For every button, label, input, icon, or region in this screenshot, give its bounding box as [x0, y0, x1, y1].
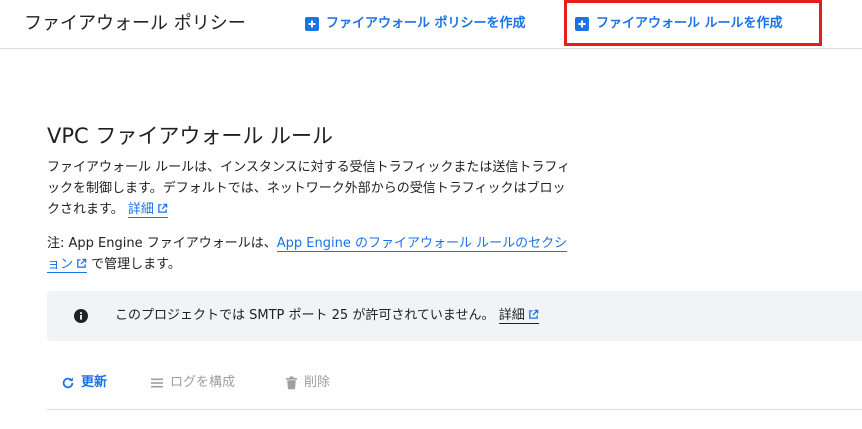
- toolbar: 更新 ログを構成 削除: [47, 370, 862, 410]
- details-link[interactable]: 詳細: [127, 202, 168, 218]
- refresh-button[interactable]: 更新: [61, 373, 107, 393]
- banner-message: このプロジェクトでは SMTP ポート 25 が許可されていません。: [115, 308, 495, 323]
- info-icon: [74, 309, 88, 323]
- smtp-info-banner: このプロジェクトでは SMTP ポート 25 が許可されていません。 詳細: [47, 291, 862, 341]
- banner-text: このプロジェクトでは SMTP ポート 25 が許可されていません。 詳細: [115, 305, 539, 326]
- note-suffix: で管理します。: [87, 257, 181, 272]
- description-text: ファイアウォール ルールは、インスタンスに対する受信トラフィックまたは送信トラフ…: [47, 160, 571, 217]
- add-box-icon: [305, 17, 319, 31]
- external-link-icon: [528, 309, 538, 319]
- note-prefix: 注: App Engine ファイアウォールは、: [47, 236, 277, 251]
- create-policy-label: ファイアウォール ポリシーを作成: [326, 16, 526, 31]
- delete-button[interactable]: 削除: [285, 373, 330, 393]
- refresh-label: 更新: [81, 375, 108, 390]
- page: ファイアウォール ポリシー ファイアウォール ポリシーを作成 ファイアウォール …: [0, 0, 862, 429]
- refresh-icon: [62, 377, 74, 389]
- configure-logs-label: ログを構成: [170, 375, 236, 390]
- create-policy-button[interactable]: ファイアウォール ポリシーを作成: [305, 14, 526, 34]
- header-bar: ファイアウォール ポリシー ファイアウォール ポリシーを作成 ファイアウォール …: [0, 0, 862, 49]
- description: ファイアウォール ルールは、インスタンスに対する受信トラフィックまたは送信トラフ…: [47, 157, 572, 220]
- list-icon: [151, 378, 163, 388]
- section-title: VPC ファイアウォール ルール: [47, 124, 334, 148]
- banner-details-link[interactable]: 詳細: [498, 308, 539, 324]
- configure-logs-button[interactable]: ログを構成: [150, 373, 235, 393]
- external-link-icon: [77, 258, 87, 268]
- page-title: ファイアウォール ポリシー: [24, 13, 246, 34]
- delete-label: 削除: [304, 375, 331, 390]
- external-link-icon: [158, 203, 168, 213]
- app-engine-note: 注: App Engine ファイアウォールは、App Engine のファイア…: [47, 233, 572, 275]
- trash-icon: [286, 376, 297, 390]
- highlight-box: [564, 0, 822, 46]
